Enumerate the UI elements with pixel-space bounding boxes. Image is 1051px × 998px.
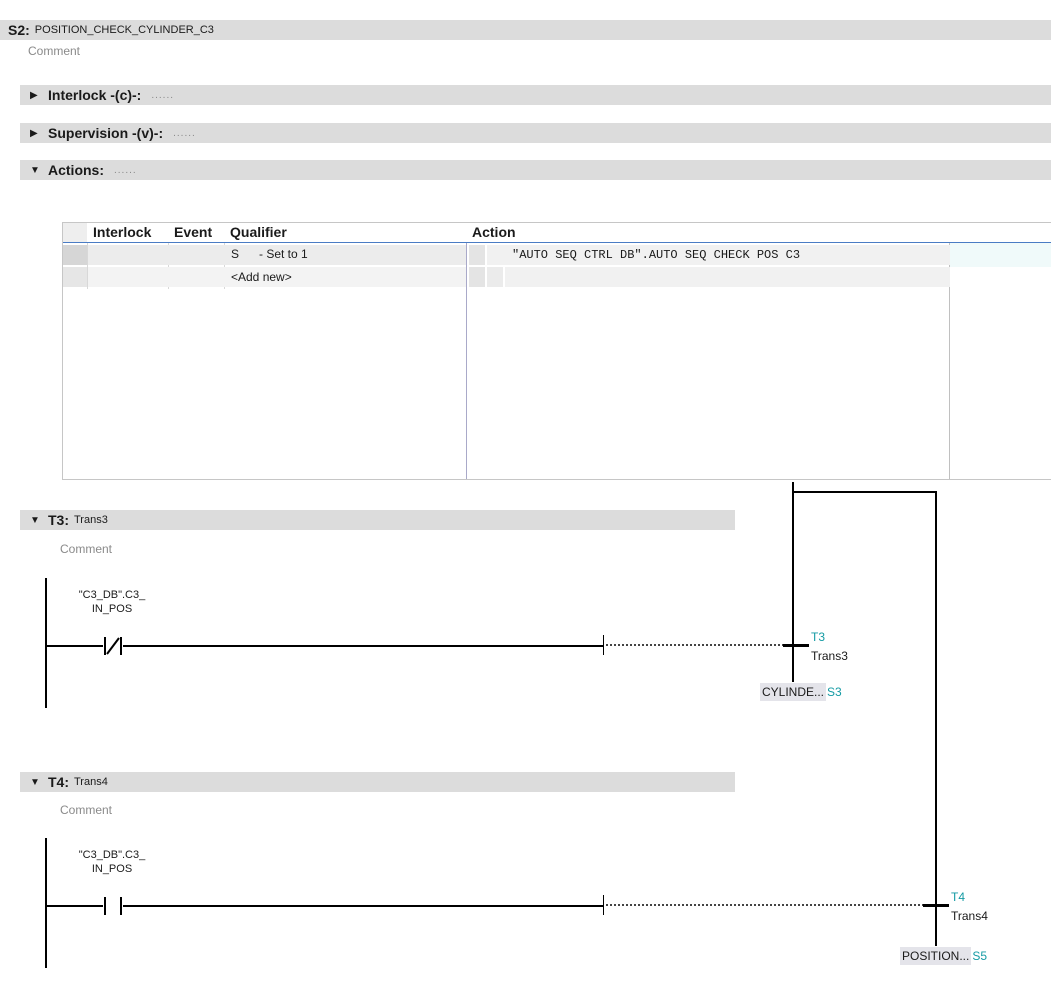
transition-label: T4 bbox=[951, 890, 966, 904]
operand-line2: IN_POS bbox=[91, 863, 133, 875]
transition-trans-name: Trans3 bbox=[811, 649, 848, 663]
transition-t3-header[interactable]: ▼ T3: Trans3 bbox=[20, 510, 735, 530]
power-rail bbox=[45, 578, 47, 708]
interlock-placeholder: ...... bbox=[151, 89, 175, 101]
rung-dotted-connector bbox=[606, 904, 924, 906]
target-step-number: S5 bbox=[972, 949, 988, 963]
col-header-event[interactable]: Event bbox=[174, 223, 212, 242]
interlock-section-header[interactable]: ▶ Interlock -(c)-: ...... bbox=[20, 85, 1051, 105]
transition-number: T3: bbox=[48, 512, 69, 528]
expand-arrow-icon[interactable]: ▶ bbox=[30, 90, 40, 101]
col-header-interlock[interactable]: Interlock bbox=[93, 223, 151, 242]
step-header[interactable]: S2: POSITION_CHECK_CYLINDER_C3 bbox=[0, 20, 1051, 40]
action-cell[interactable]: "AUTO SEQ CTRL DB".AUTO SEQ CHECK POS C3 bbox=[512, 248, 800, 262]
supervision-label: Supervision -(v)-: bbox=[48, 125, 164, 141]
transition-trans-name: Trans4 bbox=[951, 909, 988, 923]
actions-placeholder: ...... bbox=[114, 164, 137, 176]
transition-t4-header[interactable]: ▼ T4: Trans4 bbox=[20, 772, 735, 792]
collapse-arrow-icon[interactable]: ▼ bbox=[30, 777, 40, 788]
sequence-line-left bbox=[792, 482, 794, 682]
col-header-qualifier[interactable]: Qualifier bbox=[230, 223, 287, 242]
row-selector[interactable] bbox=[63, 245, 87, 265]
sequence-branch-top bbox=[792, 491, 937, 493]
rung-wire bbox=[45, 645, 103, 647]
operand-line2: IN_POS bbox=[91, 603, 133, 615]
nc-contact-icon[interactable] bbox=[103, 636, 123, 656]
actions-section-header[interactable]: ▼ Actions: ...... bbox=[20, 160, 1051, 180]
step-number: S2: bbox=[8, 22, 30, 38]
rung-dotted-connector bbox=[606, 644, 784, 646]
target-step-box[interactable]: POSITION... S5 bbox=[900, 946, 987, 966]
rung-end bbox=[603, 635, 604, 655]
contact-operand[interactable]: "C3_DB".C3_ IN_POS bbox=[62, 848, 162, 876]
target-step-name: POSITION... bbox=[900, 947, 972, 965]
action-extra-cell bbox=[950, 243, 1051, 267]
actions-table: Interlock Event Qualifier Action S - Set… bbox=[62, 222, 1051, 480]
transition-bar[interactable] bbox=[923, 904, 949, 907]
rung-wire bbox=[123, 645, 603, 647]
collapse-arrow-icon[interactable]: ▼ bbox=[30, 515, 40, 526]
contact-operand[interactable]: "C3_DB".C3_ IN_POS bbox=[62, 588, 162, 616]
actions-label: Actions: bbox=[48, 162, 104, 178]
supervision-placeholder: ...... bbox=[173, 127, 196, 139]
action-row-cell[interactable] bbox=[505, 267, 950, 287]
target-step-name: CYLINDE... bbox=[760, 683, 827, 701]
row-selector[interactable] bbox=[63, 267, 87, 287]
collapse-arrow-icon[interactable]: ▼ bbox=[30, 165, 40, 176]
action-row-selector[interactable] bbox=[469, 245, 485, 265]
interlock-label: Interlock -(c)-: bbox=[48, 87, 142, 103]
rung-wire bbox=[45, 905, 103, 907]
rung-end bbox=[603, 895, 604, 915]
no-contact-icon[interactable] bbox=[103, 896, 123, 916]
col-sep-action bbox=[466, 243, 467, 479]
operand-line1: "C3_DB".C3_ bbox=[78, 849, 146, 861]
sequence-line-right bbox=[935, 491, 937, 946]
transition-name[interactable]: Trans4 bbox=[74, 776, 108, 788]
row-header-corner bbox=[63, 223, 87, 242]
add-new-cell[interactable]: <Add new> bbox=[231, 270, 292, 284]
transition-bar[interactable] bbox=[783, 644, 809, 647]
transition-comment[interactable]: Comment bbox=[60, 803, 112, 817]
transition-name[interactable]: Trans3 bbox=[74, 514, 108, 526]
step-name[interactable]: POSITION_CHECK_CYLINDER_C3 bbox=[35, 24, 214, 36]
transition-number: T4: bbox=[48, 774, 69, 790]
supervision-section-header[interactable]: ▶ Supervision -(v)-: ...... bbox=[20, 123, 1051, 143]
power-rail bbox=[45, 838, 47, 968]
transition-comment[interactable]: Comment bbox=[60, 542, 112, 556]
transition-label: T3 bbox=[811, 630, 826, 644]
target-step-number: S3 bbox=[827, 685, 842, 699]
col-header-action[interactable]: Action bbox=[472, 223, 516, 242]
operand-line1: "C3_DB".C3_ bbox=[78, 589, 146, 601]
header-underline bbox=[63, 242, 1051, 243]
expand-arrow-icon[interactable]: ▶ bbox=[30, 128, 40, 139]
action-row-cell bbox=[487, 267, 503, 287]
qualifier-cell[interactable]: S - Set to 1 bbox=[231, 247, 308, 261]
target-step-box[interactable]: CYLINDE... S3 bbox=[760, 682, 842, 702]
step-comment[interactable]: Comment bbox=[28, 44, 80, 58]
action-row-selector[interactable] bbox=[469, 267, 485, 287]
rung-wire bbox=[123, 905, 603, 907]
